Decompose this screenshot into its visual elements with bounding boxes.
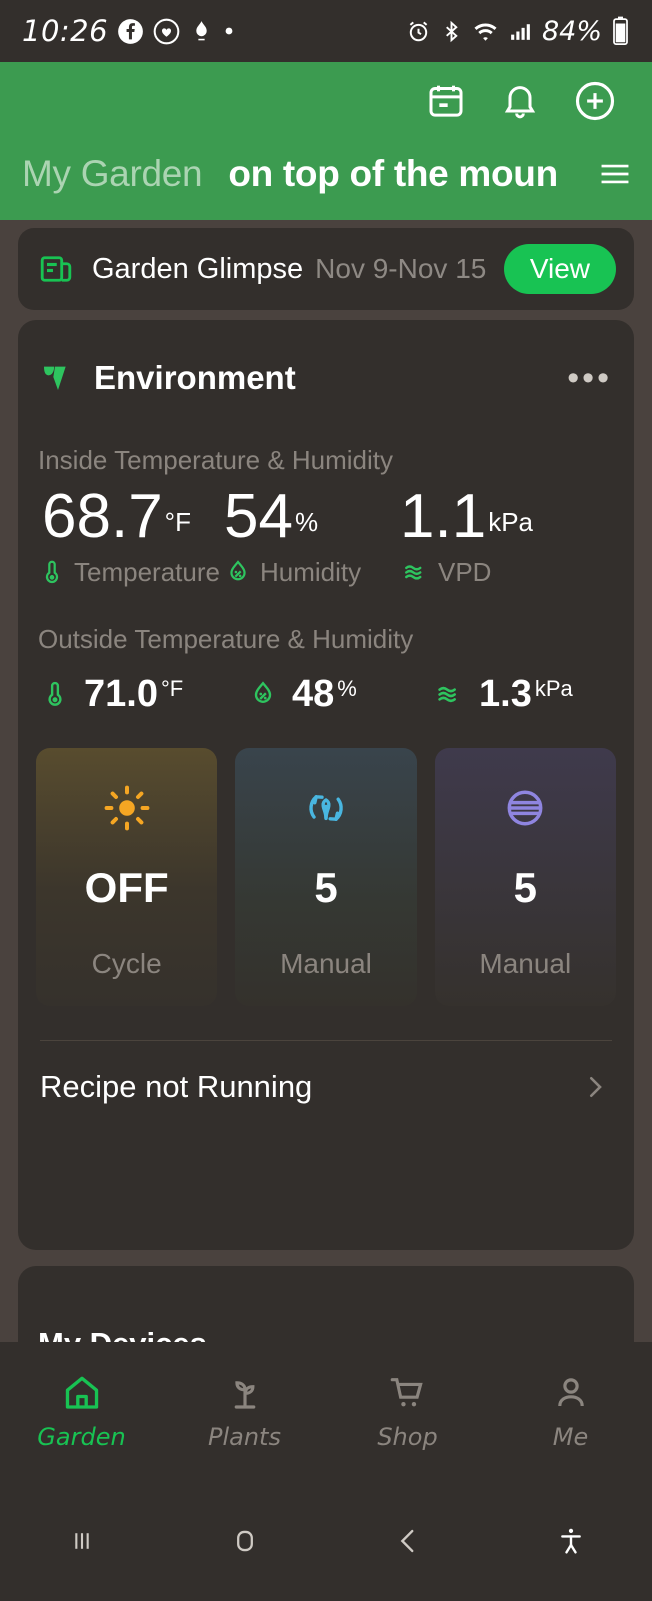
inside-section-label: Inside Temperature & Humidity: [38, 445, 394, 475]
garden-title-row: My Garden on top of the mount: [22, 143, 634, 205]
selected-garden-name[interactable]: on top of the mount: [228, 153, 558, 195]
alarm-icon: [406, 19, 431, 44]
wifi-icon: [472, 18, 499, 45]
heart-app-icon: [153, 18, 180, 45]
phone-screen: My Garden on top of the mount 10:26 84% …: [0, 0, 652, 1601]
device-tile-humidifier[interactable]: 5 Manual: [434, 747, 616, 1006]
inside-vpd-label: VPD: [438, 556, 492, 587]
bottom-navigation: Garden Plants Shop Me: [0, 1342, 652, 1480]
sprout-icon: [224, 1372, 266, 1414]
status-bar-right: 84%: [406, 16, 630, 47]
inside-temperature-value: 68.7: [42, 482, 163, 551]
device-humidifier-value: 5: [513, 863, 537, 911]
accessibility-icon[interactable]: [489, 1525, 652, 1557]
dot-indicator: [223, 25, 235, 37]
facebook-icon: [117, 18, 144, 45]
glimpse-title: Garden Glimpse: [92, 252, 304, 285]
outside-humidity-unit: %: [337, 675, 357, 701]
home-icon[interactable]: [163, 1524, 326, 1558]
bell-icon[interactable]: [500, 81, 540, 121]
nav-item-plants[interactable]: Plants: [163, 1372, 326, 1451]
device-light-value: OFF: [84, 863, 169, 911]
outside-vpd-value: 1.3: [479, 672, 532, 715]
inside-vpd-unit: kPa: [488, 506, 534, 537]
device-circulation-value: 5: [314, 863, 338, 911]
vpd-waves-icon: [400, 558, 430, 586]
humidifier-circle-icon: [502, 782, 548, 834]
android-system-nav: [0, 1480, 652, 1601]
inside-vpd-value: 1.1: [400, 482, 487, 551]
environment-header: Environment •••: [18, 320, 634, 398]
device-light-mode: Cycle: [91, 947, 162, 979]
outside-temperature-reading: 71.0 °F: [40, 673, 248, 716]
outside-vpd-unit: kPa: [534, 675, 573, 701]
signal-icon: [508, 19, 533, 44]
inside-humidity-unit: %: [294, 506, 319, 537]
nav-item-me[interactable]: Me: [489, 1372, 652, 1451]
ac-infinity-leaf-logo: [38, 358, 78, 398]
recipe-status-row[interactable]: Recipe not Running: [18, 1041, 634, 1105]
outside-vpd-reading: 1.3 kPa: [433, 673, 573, 716]
environment-title: Environment: [94, 359, 296, 396]
garden-glimpse-banner[interactable]: Garden Glimpse Nov 9-Nov 15 View: [18, 228, 634, 310]
inside-vpd-reading: 1.1kPa VPD: [400, 482, 580, 588]
device-circulation-mode: Manual: [280, 947, 372, 979]
inside-humidity-reading: 54% Humidity: [224, 482, 400, 588]
device-humidifier-mode: Manual: [479, 947, 572, 979]
home-icon: [61, 1372, 103, 1414]
inside-temperature-unit: °F: [164, 506, 191, 537]
person-icon: [550, 1372, 592, 1414]
thermometer-icon: [40, 679, 70, 709]
calendar-icon[interactable]: [426, 81, 466, 121]
outside-section-label: Outside Temperature & Humidity: [38, 623, 414, 654]
app-icon: [189, 19, 214, 44]
status-bar-left: 10:26: [22, 14, 235, 48]
vpd-waves-icon: [433, 679, 465, 709]
view-button[interactable]: View: [503, 244, 616, 294]
inside-readings: 68.7°F Temperature 54% Humidity 1.1kPa V…: [18, 476, 634, 588]
inside-humidity-label: Humidity: [260, 556, 362, 587]
bluetooth-icon: [440, 20, 463, 43]
device-tiles: OFF Cycle 5 Manual 5 Manual: [18, 716, 634, 1006]
device-tile-light[interactable]: OFF Cycle: [36, 747, 218, 1006]
outside-temperature-value: 71.0: [84, 672, 158, 715]
nav-label-me: Me: [552, 1422, 589, 1451]
thermometer-icon: [38, 558, 66, 586]
inside-temperature-reading: 68.7°F Temperature: [38, 482, 224, 588]
chevron-right-icon: [580, 1072, 610, 1102]
nav-label-garden: Garden: [37, 1422, 126, 1451]
battery-percent: 84%: [541, 15, 602, 47]
humidity-drop-icon: [248, 679, 278, 709]
recipe-status-text: Recipe not Running: [40, 1068, 313, 1104]
more-options-icon[interactable]: •••: [567, 360, 612, 395]
back-icon[interactable]: [326, 1524, 489, 1558]
inside-humidity-value: 54: [224, 482, 293, 551]
recents-icon[interactable]: [0, 1524, 163, 1558]
outside-temperature-unit: °F: [160, 675, 184, 701]
humidity-drop-icon: [224, 558, 252, 586]
nav-item-garden[interactable]: Garden: [0, 1372, 163, 1451]
status-time: 10:26: [22, 14, 109, 48]
newspaper-icon: [38, 251, 74, 287]
my-garden-label: My Garden: [22, 153, 203, 194]
outside-humidity-value: 48: [292, 672, 335, 715]
nav-label-plants: Plants: [208, 1422, 281, 1451]
header-action-bar: [0, 62, 652, 140]
circulation-leaf-icon: [302, 782, 350, 834]
add-circle-icon[interactable]: [574, 80, 616, 122]
status-bar: 10:26 84%: [0, 0, 652, 62]
inside-temperature-label: Temperature: [74, 556, 220, 587]
glimpse-date-range: Nov 9-Nov 15: [315, 253, 487, 284]
device-tile-circulation[interactable]: 5 Manual: [235, 747, 417, 1006]
nav-label-shop: Shop: [377, 1422, 438, 1451]
battery-icon: [611, 16, 630, 46]
sun-icon: [103, 782, 151, 834]
nav-item-shop[interactable]: Shop: [326, 1372, 489, 1451]
outside-humidity-reading: 48 %: [248, 673, 433, 716]
outside-readings: 71.0 °F 48 % 1.3 kPa: [18, 655, 634, 716]
environment-card: Environment ••• Inside Temperature & Hum…: [18, 320, 634, 1250]
hamburger-menu-icon[interactable]: [586, 155, 634, 193]
cart-icon: [387, 1372, 429, 1414]
